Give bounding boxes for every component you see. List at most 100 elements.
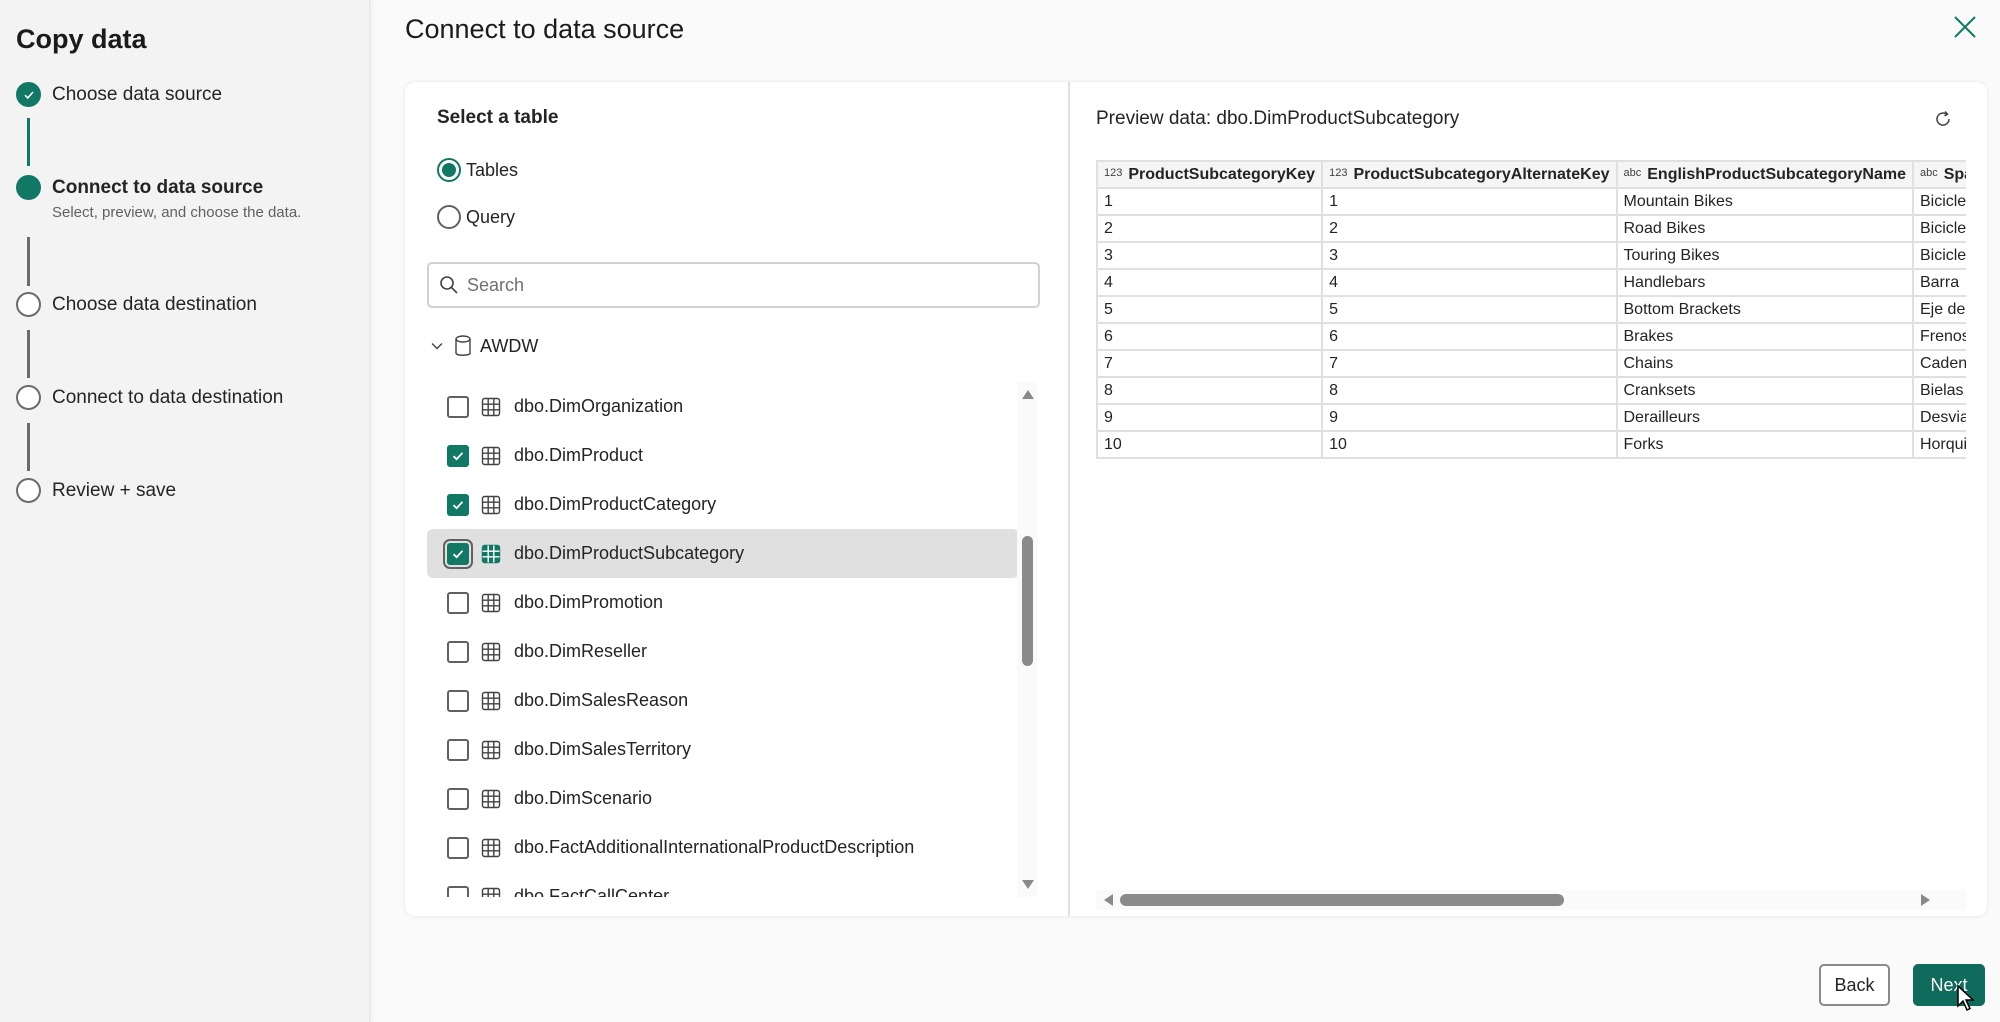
table-icon xyxy=(481,397,501,417)
table-row: 6 6 Brakes Frenos xyxy=(1096,322,1966,351)
table-name: dbo.DimProduct xyxy=(514,445,644,465)
table-list-item[interactable]: dbo.DimSalesTerritory xyxy=(427,725,1019,774)
step-connector xyxy=(27,118,30,166)
table-checkbox[interactable] xyxy=(447,640,469,663)
table-icon xyxy=(481,642,501,662)
table-cell: Handlebars xyxy=(1615,268,1914,297)
table-list-item[interactable]: dbo.DimScenario xyxy=(427,774,1019,823)
table-cell: 8 xyxy=(1096,376,1324,405)
table-list-item[interactable]: dbo.FactAdditionalInternationalProductDe… xyxy=(427,823,1019,872)
table-cell: 3 xyxy=(1096,241,1324,270)
table-cell: 7 xyxy=(1321,349,1618,378)
table-cell: Chains xyxy=(1615,349,1914,378)
radio-query[interactable]: Query xyxy=(437,205,515,229)
step-connector xyxy=(27,237,30,286)
step-current-icon xyxy=(16,175,41,200)
preview-title: Preview data: dbo.DimProductSubcategory xyxy=(1096,108,1460,129)
scroll-up-icon[interactable] xyxy=(1022,390,1034,399)
scroll-right-icon[interactable] xyxy=(1921,894,1930,906)
table-list-item[interactable]: dbo.DimProduct xyxy=(427,431,1019,480)
step-label: Connect to data destination xyxy=(52,387,284,408)
chevron-down-icon[interactable] xyxy=(430,339,444,353)
scroll-down-icon[interactable] xyxy=(1022,880,1034,889)
table-row: 99DerailleursDesviadc xyxy=(1096,403,1966,432)
table-cell: Derailleurs xyxy=(1615,403,1914,432)
table-cell: Cadena xyxy=(1911,349,1966,378)
table-checkbox[interactable] xyxy=(447,395,469,418)
column-header[interactable]: 123 ProductSubcategoryAlternateKey xyxy=(1321,160,1618,189)
select-table-heading: Select a table xyxy=(437,107,559,128)
step-choose-data-destination: Choose data destination xyxy=(16,292,257,317)
checkmark-icon xyxy=(452,451,464,460)
table-icon xyxy=(481,446,501,466)
table-checkbox[interactable] xyxy=(447,738,469,761)
table-row: 4 4 Handlebars Barra xyxy=(1096,268,1966,297)
table-name: dbo.FactCallCenter xyxy=(514,886,670,897)
step-connector xyxy=(27,423,30,471)
preview-horizontal-scrollbar[interactable] xyxy=(1096,890,1966,910)
table-cell: Desviadc xyxy=(1911,403,1966,432)
step-pending-icon xyxy=(16,385,41,410)
radio-button[interactable] xyxy=(437,158,461,182)
column-header[interactable]: abc Span xyxy=(1911,160,1966,189)
table-list-item[interactable]: dbo.DimSalesReason xyxy=(427,676,1019,725)
table-name: dbo.DimSalesTerritory xyxy=(514,739,692,759)
table-list-scrollbar[interactable] xyxy=(1017,382,1037,897)
table-row: 11Mountain BikesBicicleta xyxy=(1096,187,1966,216)
table-list-item[interactable]: dbo.DimProductSubcategory xyxy=(427,529,1019,578)
back-button[interactable]: Back xyxy=(1819,964,1890,1006)
table-list: dbo.DimOrganization dbo.DimProduct dbo.Dim… xyxy=(427,382,1019,897)
column-header[interactable]: abc EnglishProductSubcategoryName xyxy=(1615,160,1914,189)
step-label: Choose data destination xyxy=(52,294,257,315)
step-description: Select, preview, and choose the data. xyxy=(52,204,302,221)
table-checkbox[interactable] xyxy=(447,836,469,859)
table-cell: 6 xyxy=(1096,322,1324,351)
table-cell: Forks xyxy=(1615,430,1914,459)
radio-button[interactable] xyxy=(437,205,461,229)
table-icon xyxy=(481,789,501,809)
mouse-cursor-icon xyxy=(1957,984,1975,1012)
table-list-item[interactable]: dbo.DimProductCategory xyxy=(427,480,1019,529)
table-list-item[interactable]: dbo.FactCallCenter xyxy=(427,872,1019,897)
radio-label: Tables xyxy=(466,159,519,180)
close-icon xyxy=(1954,16,1976,38)
step-connect-to-data-destination: Connect to data destination xyxy=(16,385,283,410)
table-checkbox[interactable] xyxy=(447,591,469,614)
table-cell: 9 xyxy=(1096,403,1324,432)
radio-tables[interactable]: Tables xyxy=(437,158,518,182)
table-list-item[interactable]: dbo.DimPromotion xyxy=(427,578,1019,627)
table-checkbox[interactable] xyxy=(443,538,473,569)
database-node-awdw[interactable]: AWDW xyxy=(430,335,538,357)
table-row: 8 8 Cranksets Bielas xyxy=(1096,376,1966,405)
step-connect-to-data-source: Connect to data source Select, preview, … xyxy=(16,175,301,221)
scrollbar-thumb[interactable] xyxy=(1120,894,1564,906)
refresh-button[interactable] xyxy=(1930,106,1956,132)
table-checkbox[interactable] xyxy=(447,885,469,897)
scroll-left-icon[interactable] xyxy=(1104,894,1113,906)
table-cell: 5 xyxy=(1321,295,1618,324)
close-button[interactable] xyxy=(1950,12,1980,42)
table-cell: 10 xyxy=(1096,430,1324,459)
table-cell: Horquilla xyxy=(1911,430,1966,459)
table-checkbox[interactable] xyxy=(447,787,469,810)
table-checkbox[interactable] xyxy=(447,689,469,712)
step-label: Connect to data source xyxy=(52,177,264,198)
refresh-icon xyxy=(1936,110,1950,126)
search-input[interactable] xyxy=(467,274,1027,296)
column-header[interactable]: 123 ProductSubcategoryKey xyxy=(1096,160,1324,189)
step-choose-data-source: Choose data source xyxy=(16,82,222,107)
table-checkbox[interactable] xyxy=(447,444,469,467)
search-field[interactable] xyxy=(427,262,1040,308)
table-name: dbo.DimProductCategory xyxy=(514,494,717,514)
scrollbar-thumb[interactable] xyxy=(1022,536,1033,666)
table-name: dbo.DimScenario xyxy=(514,788,653,808)
table-checkbox[interactable] xyxy=(447,493,469,516)
table-cell: 8 xyxy=(1321,376,1618,405)
column-type-icon: 123 xyxy=(1329,166,1348,179)
table-list-item[interactable]: dbo.DimReseller xyxy=(427,627,1019,676)
page-title: Connect to data source xyxy=(405,14,685,44)
column-name: EnglishProductSubcategoryName xyxy=(1647,165,1906,183)
table-selection-panel: Select a table Tables Query AWDW dbo.Dim… xyxy=(405,82,1070,916)
table-list-item[interactable]: dbo.DimOrganization xyxy=(427,382,1019,431)
table-icon xyxy=(481,740,501,760)
